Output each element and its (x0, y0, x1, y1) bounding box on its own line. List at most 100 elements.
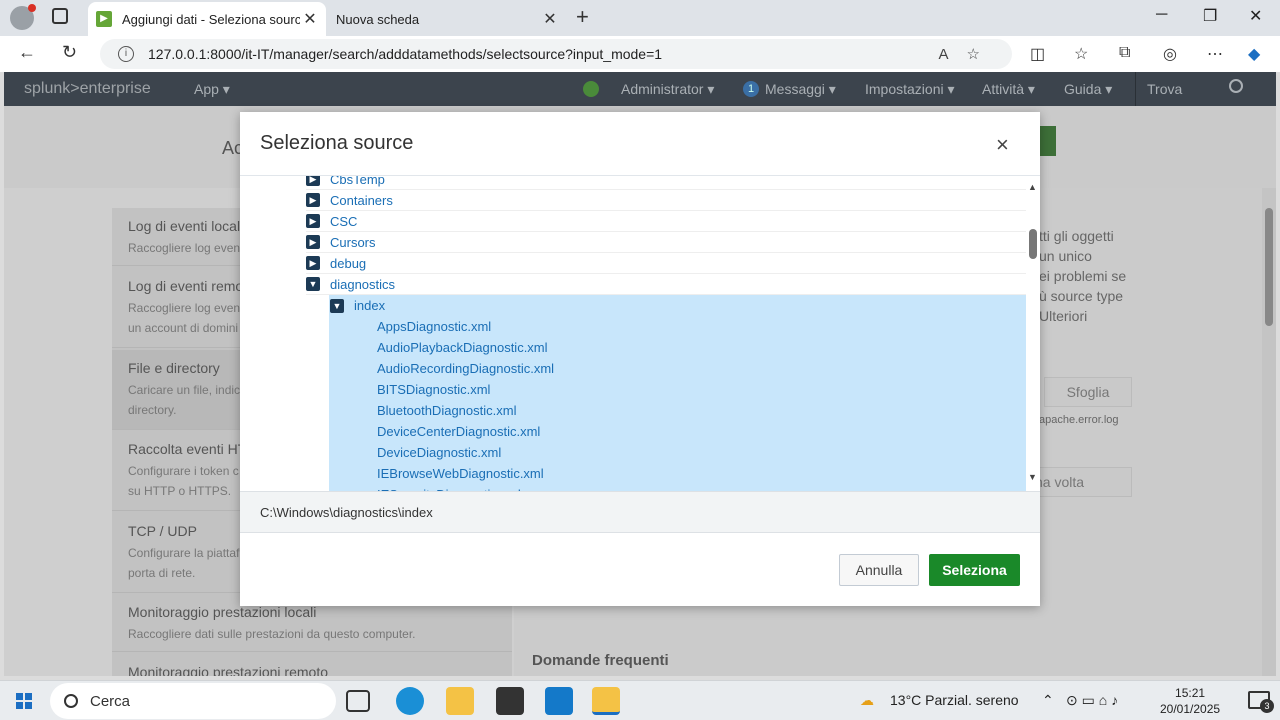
chevron-right-icon[interactable]: ▶ (306, 176, 320, 186)
logo-main: splunk> (24, 80, 80, 97)
chevron-right-icon[interactable]: ▶ (306, 235, 320, 249)
windows-start-icon[interactable] (16, 693, 32, 709)
tree-file-item[interactable]: AppsDiagnostic.xml (329, 316, 1026, 337)
tab-new[interactable]: Nuova scheda ✕ (328, 2, 566, 90)
weather-icon: ☁ (860, 692, 874, 708)
taskbar: Cerca ☁ 13°C Parzial. sereno ⌃ ⊙ ▭ ⌂ ♪ 1… (0, 680, 1280, 720)
address-bar-row: ← ↻ i 127.0.0.1:8000/it-IT/manager/searc… (0, 36, 1280, 72)
read-aloud-icon[interactable]: A (939, 46, 967, 63)
favorite-star-icon[interactable]: ☆ (967, 46, 998, 63)
list-item-title: Monitoraggio prestazioni locali (128, 604, 317, 620)
messages-menu[interactable]: Messaggi ▾ (765, 81, 836, 98)
tree-item-label: debug (330, 255, 367, 271)
select-source-dialog: Seleziona source × ▶ CbsTemp ▶ Containers ▶ C… (240, 112, 1040, 606)
close-icon[interactable]: × (996, 132, 1009, 158)
tree-file-item[interactable]: IEBrowseWebDiagnostic.xml (329, 463, 1026, 484)
split-screen-icon[interactable]: ◫ (1030, 44, 1045, 64)
file-explorer-icon[interactable] (446, 687, 474, 715)
list-item[interactable]: Monitoraggio prestazioni remoto (112, 654, 512, 676)
collections-icon[interactable]: ⧉ (1119, 44, 1130, 62)
close-window-icon[interactable]: ✕ (1249, 6, 1262, 26)
help-menu[interactable]: Guida ▾ (1064, 81, 1112, 98)
tree-item-label: diagnostics (330, 276, 396, 292)
tab-actions-icon[interactable] (52, 8, 68, 24)
scroll-thumb[interactable] (1265, 208, 1273, 326)
search-icon[interactable] (1229, 79, 1243, 93)
tree-folder-item[interactable]: ▼ diagnostics (306, 274, 1026, 295)
scroll-up-icon[interactable]: ▲ (1028, 182, 1037, 192)
taskbar-search[interactable]: Cerca (50, 683, 336, 719)
scroll-down-icon[interactable]: ▼ (1028, 472, 1037, 482)
profile-icon[interactable] (10, 4, 36, 30)
page-scrollbar[interactable] (1262, 188, 1276, 676)
tree-folder-item[interactable]: ▶ CbsTemp (306, 176, 1026, 190)
refresh-icon[interactable]: ↻ (62, 42, 77, 63)
splunk-logo[interactable]: splunk>enterprise (24, 80, 151, 98)
tree-file-item[interactable]: DeviceCenterDiagnostic.xml (329, 421, 1026, 442)
tree-file-item[interactable]: BluetoothDiagnostic.xml (329, 400, 1026, 421)
continuous-option[interactable]: na volta (1034, 467, 1132, 497)
tree-file-item[interactable]: AudioRecordingDiagnostic.xml (329, 358, 1026, 379)
app-menu[interactable]: App ▾ (194, 81, 230, 98)
admin-menu[interactable]: Administrator ▾ (621, 81, 714, 98)
tree-file-item[interactable]: AudioPlaybackDiagnostic.xml (329, 337, 1026, 358)
chevron-up-icon[interactable]: ⌃ (1042, 692, 1054, 709)
tree-folder-item[interactable]: ▼ index (329, 295, 1026, 316)
tree-item-label: DeviceCenterDiagnostic.xml (377, 424, 541, 439)
chevron-down-icon[interactable]: ▼ (330, 298, 344, 313)
tree-file-item[interactable]: DeviceDiagnostic.xml (329, 442, 1026, 463)
tab-title: Aggiungi dati - Seleziona source | (122, 11, 300, 27)
tree-file-item[interactable]: IESecurityDiagnostic.xml (329, 484, 1026, 491)
extensions-icon[interactable]: ◎ (1163, 44, 1177, 64)
favorites-icon[interactable]: ☆ (1074, 44, 1088, 64)
new-tab-icon[interactable]: + (576, 4, 589, 30)
tree-item-label: BITSDiagnostic.xml (377, 382, 491, 397)
tray-icons[interactable]: ⊙ ▭ ⌂ ♪ (1066, 692, 1118, 709)
tree-scrollbar[interactable]: ▲ ▼ (1026, 176, 1040, 491)
url-field[interactable]: i 127.0.0.1:8000/it-IT/manager/search/ad… (100, 39, 1012, 69)
notifications-icon[interactable]: 3 (1248, 691, 1274, 713)
tree-file-item[interactable]: BITSDiagnostic.xml (329, 379, 1026, 400)
minimize-icon[interactable]: ─ (1156, 6, 1167, 24)
mail-icon[interactable] (545, 687, 573, 715)
list-item-title: Monitoraggio prestazioni remoto (128, 664, 328, 676)
browse-button[interactable]: Sfoglia (1044, 377, 1132, 407)
copilot-icon[interactable]: ◆ (1248, 44, 1260, 64)
close-tab-icon[interactable]: ✕ (540, 9, 560, 29)
restore-icon[interactable]: ❐ (1203, 6, 1217, 26)
tree-item-label: CbsTemp (330, 176, 385, 187)
chevron-down-icon[interactable]: ▼ (306, 277, 320, 291)
settings-menu[interactable]: Impostazioni ▾ (865, 81, 955, 98)
store-icon[interactable] (496, 687, 524, 715)
tab-active[interactable]: ▶ Aggiungi dati - Seleziona source | ✕ (88, 2, 326, 36)
tree-item-label: BluetoothDiagnostic.xml (377, 403, 517, 418)
close-tab-icon[interactable]: ✕ (300, 9, 320, 29)
splunk-top-bar: splunk>enterprise App ▾ Administrator ▾ … (4, 72, 1276, 106)
weather-text[interactable]: 13°C Parzial. sereno (890, 692, 1019, 708)
tree-folder-item[interactable]: ▶ Cursors (306, 232, 1026, 253)
chevron-right-icon[interactable]: ▶ (306, 256, 320, 270)
tree-folder-item[interactable]: ▶ debug (306, 253, 1026, 274)
clock[interactable]: 15:21 20/01/2025 (1160, 685, 1220, 717)
activity-menu[interactable]: Attività ▾ (982, 81, 1035, 98)
time: 15:21 (1175, 686, 1206, 700)
site-info-icon[interactable]: i (118, 46, 134, 62)
health-ok-icon[interactable] (583, 81, 599, 97)
task-view-icon[interactable] (346, 690, 370, 712)
scroll-thumb[interactable] (1029, 229, 1037, 259)
divider (1135, 72, 1136, 106)
tree-folder-item[interactable]: ▶ CSC (306, 211, 1026, 232)
taskbar-search-label: Cerca (90, 692, 131, 710)
explorer-active-icon[interactable] (592, 687, 620, 715)
description-text: tti gli oggetti un unico ei problemi se … (1039, 228, 1127, 324)
back-icon[interactable]: ← (18, 42, 36, 63)
find-input[interactable]: Trova (1147, 81, 1182, 97)
select-button[interactable]: Seleziona (929, 554, 1020, 586)
dialog-header: Seleziona source × (240, 112, 1040, 176)
chevron-right-icon[interactable]: ▶ (306, 214, 320, 228)
chevron-right-icon[interactable]: ▶ (306, 193, 320, 207)
edge-icon[interactable] (396, 687, 424, 715)
tree-folder-item[interactable]: ▶ Containers (306, 190, 1026, 211)
cancel-button[interactable]: Annulla (839, 554, 919, 586)
more-menu-icon[interactable]: ⋯ (1207, 44, 1223, 64)
